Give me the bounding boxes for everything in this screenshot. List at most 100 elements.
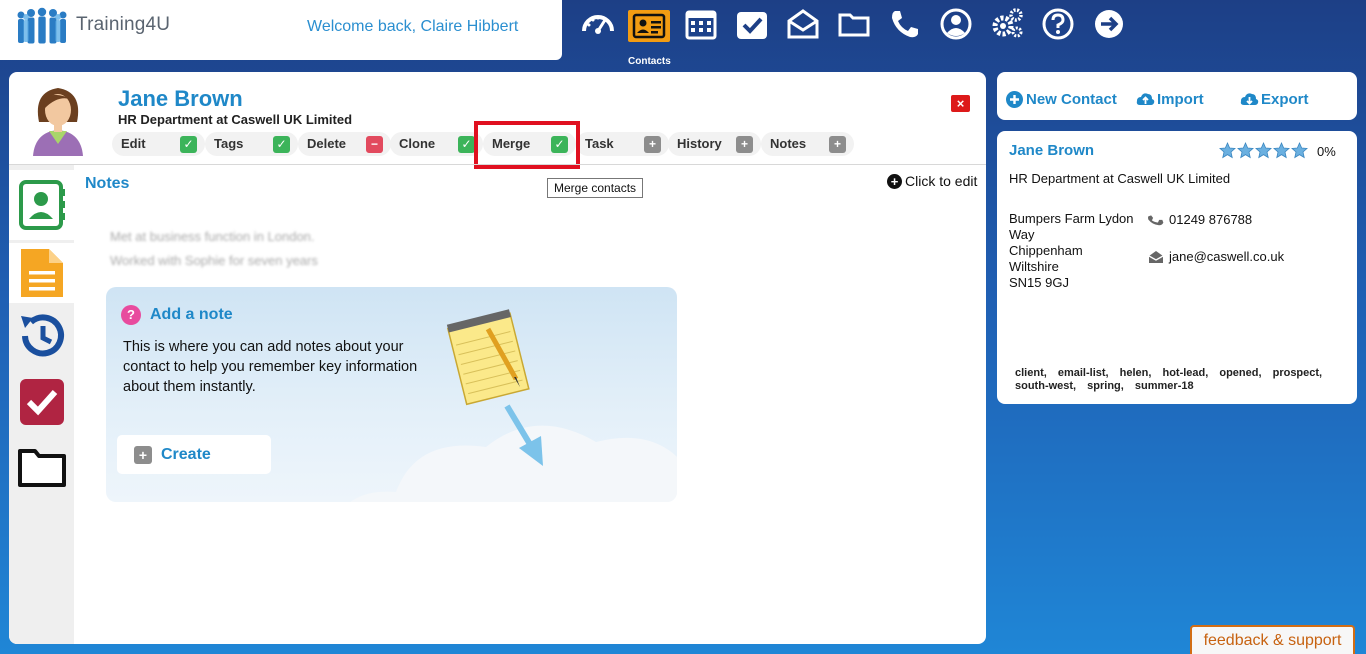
summary-tags: client, email-list, helen, hot-lead, ope… [1015,367,1323,392]
contact-card-icon [18,180,65,230]
edit-button[interactable]: Edit ✓ [112,132,205,156]
header-logo-area: Training4U Welcome back, Claire Hibbert [0,0,562,60]
summary-phone[interactable]: 01249 876788 [1148,212,1252,227]
summary-address: Bumpers Farm Lydon Way Chippenham Wiltsh… [1009,211,1144,291]
nav-files[interactable] [831,4,877,44]
star-icon [1291,142,1308,159]
check-icon: ✓ [458,136,475,153]
notes-label: Notes [770,136,807,151]
cloud-upload-icon [1136,93,1155,105]
notes-doc-icon [20,249,63,297]
nav-contacts[interactable] [628,10,670,42]
email-address: jane@caswell.co.uk [1169,249,1285,264]
rating-stars[interactable] [1219,142,1308,159]
create-note-button[interactable]: + Create [117,435,271,474]
rating-percent: 0% [1317,144,1336,159]
create-label: Create [161,445,211,463]
click-to-edit-label: Click to edit [905,173,978,189]
address-line: Chippenham [1009,243,1083,258]
help-icon: ? [121,305,141,325]
export-label: Export [1261,91,1309,108]
feedback-support-button[interactable]: feedback & support [1190,625,1355,654]
import-button[interactable]: Import [1136,90,1204,109]
sidebar-item-files[interactable] [9,437,74,497]
clone-label: Clone [399,136,436,151]
add-circle-icon [1006,91,1023,108]
new-contact-button[interactable]: New Contact [1005,90,1117,109]
merge-highlight-box [474,121,580,169]
delete-label: Delete [307,136,347,151]
logo-text: Training4U [76,14,171,35]
nav-help[interactable] [1035,4,1081,44]
contact-subtitle: HR Department at Caswell UK Limited [118,112,353,127]
nav-profile[interactable] [933,4,979,44]
contact-panel: Jane Brown HR Department at Caswell UK L… [9,72,986,644]
add-note-heading: ? Add a note [121,305,233,325]
note-line: Worked with Sophie for seven years [110,253,318,268]
export-button[interactable]: Export [1240,90,1309,109]
nav-calendar[interactable] [678,4,724,44]
clone-button[interactable]: Clone ✓ [390,132,483,156]
settings-icon [992,8,1023,38]
tags-label: Tags [214,136,244,151]
sidebar-item-history[interactable] [9,307,74,365]
address-line: Bumpers Farm Lydon Way [1009,211,1134,242]
sidebar-item-tasks[interactable] [9,373,74,431]
star-icon [1273,142,1290,159]
task-label: Task [585,136,614,151]
edit-label: Edit [121,136,146,151]
address-line: Wiltshire [1009,259,1059,274]
arrow-illustration [504,404,543,466]
new-contact-label: New Contact [1026,91,1117,108]
task-check-icon [19,379,64,425]
dashboard-icon [582,15,614,34]
summary-name[interactable]: Jane Brown [1009,142,1094,159]
star-icon [1237,142,1254,159]
add-note-title-text: Add a note [150,306,233,323]
welcome-message: Welcome back, Claire Hibbert [307,18,519,35]
contact-toolbar: New Contact Import Export [997,72,1357,120]
click-to-edit-button[interactable]: + Click to edit [887,173,977,189]
nav-dashboard[interactable] [575,4,621,44]
notepad-icon [446,309,530,406]
plus-icon: + [736,136,753,153]
logo-icon [17,7,67,44]
notes-button[interactable]: Notes + [761,132,854,156]
add-note-description: This is where you can add notes about yo… [123,339,418,395]
close-icon[interactable]: × [951,95,970,112]
cloud-download-icon [1240,93,1259,105]
nav-logout[interactable] [1086,4,1132,44]
add-circle-icon: + [887,173,902,189]
sidebar-item-contact-details[interactable] [9,170,74,240]
tasks-icon [737,12,767,39]
sidebar-item-notes[interactable] [9,243,74,303]
history-icon [20,314,64,357]
mail-icon [1148,250,1164,263]
nav-tasks[interactable] [729,4,775,44]
plus-icon: + [829,136,846,153]
history-button[interactable]: History + [668,132,761,156]
check-icon: ✓ [273,136,290,153]
summary-subtitle: HR Department at Caswell UK Limited [1009,171,1231,186]
summary-email[interactable]: jane@caswell.co.uk [1148,249,1284,264]
folder-icon [17,449,66,487]
nav-settings[interactable] [984,4,1030,44]
tags-button[interactable]: Tags ✓ [205,132,298,156]
nav-active-label: Contacts [628,56,671,67]
folder-icon [838,13,870,37]
nav-mail[interactable] [780,4,826,44]
contact-name: Jane Brown [118,86,243,111]
nav-phone[interactable] [882,4,928,44]
task-button[interactable]: Task + [576,132,669,156]
delete-button[interactable]: Delete − [298,132,391,156]
add-note-card: ? Add a note This is where you can add n… [106,287,677,502]
phone-icon [1148,214,1164,225]
notes-heading: Notes [85,175,130,192]
note-line: Met at business function in London. [110,229,315,244]
merge-tooltip: Merge contacts [547,178,644,198]
phone-icon [892,11,918,38]
address-line: SN15 9GJ [1009,275,1069,290]
phone-number: 01249 876788 [1169,212,1253,227]
user-icon [940,8,972,40]
plus-icon: + [134,445,152,464]
